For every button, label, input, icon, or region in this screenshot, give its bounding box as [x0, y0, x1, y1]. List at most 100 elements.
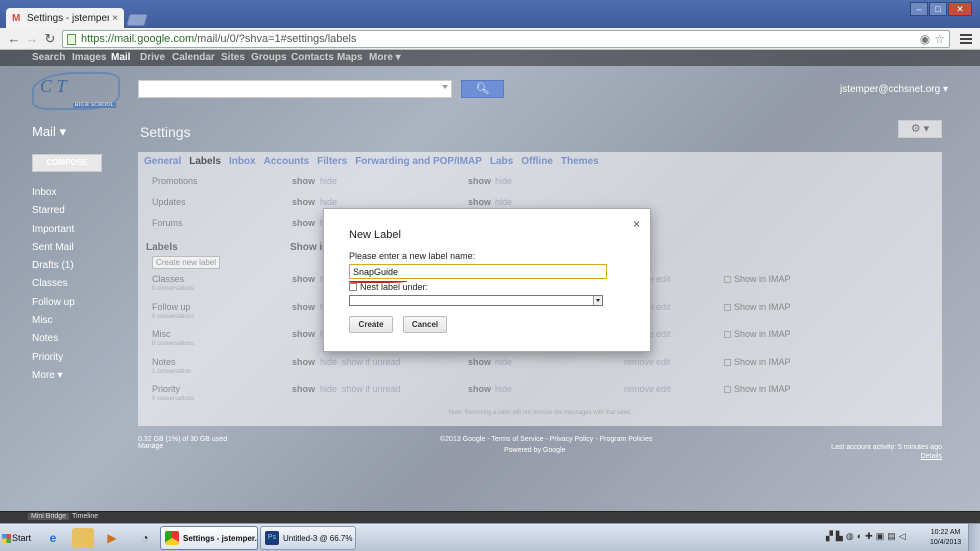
tray-icon[interactable]: ✚ — [865, 531, 873, 542]
sidebar-item-misc[interactable]: Misc — [32, 312, 75, 330]
show-link[interactable]: show — [292, 197, 315, 207]
eye-icon[interactable]: ◉ — [920, 32, 930, 46]
sidebar-item-notes[interactable]: Notes — [32, 330, 75, 348]
sidebar-item-more[interactable]: More ▾ — [32, 367, 75, 385]
gbar-link-groups[interactable]: Groups — [251, 52, 287, 63]
dialog-close-icon[interactable]: × — [633, 217, 640, 231]
tab-inbox[interactable]: Inbox — [229, 156, 256, 167]
taskbar-task-photoshop[interactable]: Ps Untitled-3 @ 66.7% ... — [260, 526, 356, 550]
hide-link[interactable]: hide — [320, 176, 337, 186]
gbar-link-search[interactable]: Search — [32, 52, 65, 63]
sidebar-item-inbox[interactable]: Inbox — [32, 184, 75, 202]
tray-icon[interactable]: ▤ — [887, 531, 896, 542]
gbar-link-maps[interactable]: Maps — [337, 52, 363, 63]
tab-themes[interactable]: Themes — [561, 156, 599, 167]
show-link[interactable]: show — [292, 218, 315, 228]
gbar-link-more[interactable]: More ▾ — [369, 52, 401, 63]
remove-label-link[interactable]: remove — [624, 384, 654, 394]
show-in-imap-option[interactable]: Show in IMAP — [724, 329, 791, 339]
app-shortcut-icon[interactable]: ◔ — [134, 528, 156, 548]
hide-link[interactable]: hide — [320, 384, 337, 394]
back-arrow-icon[interactable]: ← — [6, 31, 22, 47]
sidebar-item-important[interactable]: Important — [32, 221, 75, 239]
create-new-label-button[interactable]: Create new label — [152, 256, 220, 269]
ps-tab-mini-bridge[interactable]: Mini Bridge — [28, 513, 70, 520]
minimize-button[interactable]: – — [910, 2, 928, 16]
gbar-link-images[interactable]: Images — [72, 52, 106, 63]
gbar-link-drive[interactable]: Drive — [140, 52, 165, 63]
edit-label-link[interactable]: edit — [656, 302, 671, 312]
edit-label-link[interactable]: edit — [656, 274, 671, 284]
manage-storage-link[interactable]: Manage — [138, 443, 227, 450]
show-in-message-list-link[interactable]: show — [468, 384, 491, 394]
edit-label-link[interactable]: edit — [656, 329, 671, 339]
tab-offline[interactable]: Offline — [521, 156, 553, 167]
gbar-link-contacts[interactable]: Contacts — [291, 52, 334, 63]
search-options-chevron-icon[interactable] — [442, 85, 448, 89]
tray-icon[interactable]: ▞ — [826, 531, 833, 542]
tray-icon[interactable]: ▣ — [876, 531, 885, 542]
mail-search-input[interactable] — [138, 80, 452, 98]
imap-checkbox[interactable] — [724, 303, 731, 311]
mail-menu[interactable]: Mail ▾ — [32, 124, 66, 140]
school-logo[interactable]: C T HIGH SCHOOL — [32, 72, 120, 110]
create-button[interactable]: Create — [349, 316, 393, 333]
sidebar-item-sent-mail[interactable]: Sent Mail — [32, 239, 75, 257]
imap-checkbox[interactable] — [724, 386, 731, 393]
chevron-down-icon[interactable] — [593, 296, 602, 305]
tray-icon[interactable]: ▙ — [836, 531, 843, 542]
chrome-menu-icon[interactable] — [960, 32, 972, 46]
show-in-imap-option[interactable]: Show in IMAP — [724, 384, 791, 394]
show-link[interactable]: show — [292, 176, 315, 186]
edit-label-link[interactable]: edit — [656, 357, 671, 367]
show-in-imap-option[interactable]: Show in IMAP — [724, 357, 791, 367]
show-link[interactable]: show — [292, 302, 315, 312]
sidebar-item-follow-up[interactable]: Follow up — [32, 294, 75, 312]
show-in-imap-option[interactable]: Show in IMAP — [724, 274, 791, 284]
tray-icon[interactable]: ◍ — [846, 531, 854, 542]
gbar-link-calendar[interactable]: Calendar — [172, 52, 215, 63]
ps-tab-timeline[interactable]: Timeline — [72, 513, 98, 520]
address-bar[interactable]: https://mail.google.com /mail/u/0/?shva=… — [62, 30, 950, 48]
tab-general[interactable]: General — [144, 156, 181, 167]
reload-icon[interactable]: ↻ — [42, 31, 58, 47]
tab-filters[interactable]: Filters — [317, 156, 347, 167]
show-link[interactable]: show — [292, 274, 315, 284]
bookmark-star-icon[interactable]: ☆ — [934, 32, 945, 46]
taskbar-clock[interactable]: 10:22 AM 10/4/2013 — [930, 528, 961, 548]
tab-accounts[interactable]: Accounts — [264, 156, 310, 167]
show-if-unread-link[interactable]: show if unread — [342, 384, 401, 394]
show-desktop-button[interactable] — [968, 524, 980, 551]
imap-checkbox[interactable] — [724, 331, 731, 338]
show-link[interactable]: show — [292, 329, 315, 339]
hide-link[interactable]: hide — [320, 357, 337, 367]
forward-arrow-icon[interactable]: → — [24, 31, 40, 47]
taskbar-task-chrome[interactable]: Settings - jstemper... — [160, 526, 258, 550]
compose-button[interactable]: COMPOSE — [32, 154, 102, 172]
show-in-message-list-link[interactable]: show — [468, 176, 491, 186]
hide-link[interactable]: hide — [320, 197, 337, 207]
activity-details-link[interactable]: Details — [831, 453, 942, 460]
tray-icon[interactable]: ◐ — [857, 531, 862, 542]
show-in-imap-option[interactable]: Show in IMAP — [724, 302, 791, 312]
show-in-message-list-link[interactable]: show — [468, 197, 491, 207]
search-button[interactable]: 🔍︎ — [461, 80, 504, 98]
sidebar-item-drafts[interactable]: Drafts (1) — [32, 257, 75, 275]
sidebar-item-priority[interactable]: Priority — [32, 349, 75, 367]
media-player-icon[interactable]: ▶ — [101, 528, 123, 548]
cancel-button[interactable]: Cancel — [403, 316, 447, 333]
volume-icon[interactable]: ◁ — [899, 531, 906, 542]
label-name-input[interactable] — [349, 264, 607, 279]
start-button[interactable]: Start — [2, 528, 34, 548]
show-if-unread-link[interactable]: show if unread — [342, 357, 401, 367]
tab-labs[interactable]: Labs — [490, 156, 513, 167]
browser-tab-settings[interactable]: M Settings - jstemper@cchs × — [6, 8, 124, 28]
hide-in-message-list-link[interactable]: hide — [495, 176, 512, 186]
edit-label-link[interactable]: edit — [656, 384, 671, 394]
imap-checkbox[interactable] — [724, 358, 731, 366]
imap-checkbox[interactable] — [724, 276, 731, 283]
internet-explorer-icon[interactable]: e — [42, 528, 64, 548]
nest-label-checkbox[interactable] — [349, 283, 357, 291]
gbar-link-mail[interactable]: Mail — [111, 52, 130, 63]
gear-settings-button[interactable]: ⚙ ▾ — [898, 120, 942, 138]
